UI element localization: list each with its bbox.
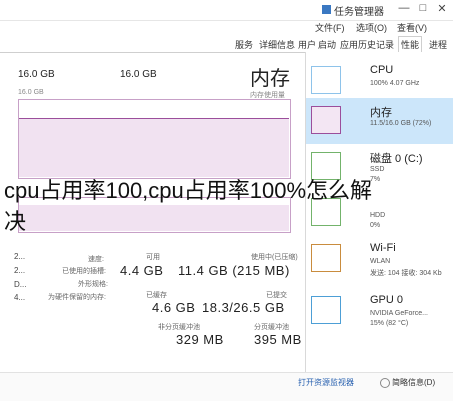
sidebar-item-detail: HDD	[370, 212, 386, 219]
sidebar-item-detail: SSD	[370, 166, 385, 173]
edge-label: 4...	[14, 293, 26, 302]
footer-bar: 打开资源监视器 简略信息(D)	[0, 372, 453, 401]
maximize-button[interactable]: □	[414, 2, 432, 14]
tab-bar: 进程 性能 应用历史记录 启动 用户 详细信息 服务	[0, 35, 453, 53]
sidebar-item-label: GPU 0	[370, 294, 404, 306]
paged-pool-label: 分页缓冲池	[254, 324, 289, 331]
edge-label: D...	[14, 280, 27, 289]
memory-composition-fill	[19, 205, 289, 231]
committed-value: 18.3/26.5 GB	[202, 300, 285, 315]
in-use-value: 11.4 GB (215 MB)	[178, 263, 290, 278]
committed-label: 已提交	[266, 292, 287, 299]
sidebar-item-label: 磁盘 0 (C:)	[370, 153, 423, 165]
hardware-reserved-label: 为硬件保留的内存:	[48, 294, 106, 301]
edge-label: 2...	[14, 266, 26, 275]
available-label: 可用	[146, 254, 160, 261]
form-factor-label: 外形规格:	[78, 281, 108, 288]
sidebar-item-wifi[interactable]: Wi-Fi WLAN 发送: 104 接收: 304 Kb	[306, 236, 453, 282]
cached-label: 已缓存	[146, 292, 167, 299]
window-title: 任务管理器	[334, 7, 384, 18]
menu-options[interactable]: 选项(O)	[356, 21, 387, 34]
memory-total-left: 16.0 GB	[18, 69, 55, 80]
nonpaged-pool-value: 329 MB	[176, 332, 224, 347]
sidebar-item-detail: NVIDIA GeForce...	[370, 310, 428, 317]
memory-usage-line	[19, 118, 289, 119]
wifi-thumbnail-graph	[311, 244, 341, 272]
tab-details[interactable]: 详细信息	[257, 37, 297, 52]
edge-label: 2...	[14, 252, 26, 261]
resource-sidebar: CPU 100% 4.07 GHz 内存 11.5/16.0 GB (72%) …	[305, 52, 453, 372]
menu-view[interactable]: 查看(V)	[397, 21, 427, 34]
sidebar-item-label: CPU	[370, 64, 394, 76]
tab-users[interactable]: 用户	[296, 37, 318, 52]
tab-services[interactable]: 服务	[233, 37, 255, 52]
slots-label: 已使用的插槽:	[62, 268, 106, 275]
menu-bar: 文件(F) 选项(O) 查看(V)	[0, 20, 453, 35]
gpu-thumbnail-graph	[311, 296, 341, 324]
sidebar-item-detail: 100% 4.07 GHz	[370, 80, 420, 87]
overlay-caption: cpu占用率100,cpu占用率100%怎么解	[4, 178, 373, 203]
minimize-button[interactable]: —	[395, 2, 413, 14]
sidebar-item-label: 内存	[370, 107, 392, 119]
cached-value: 4.6 GB	[152, 300, 196, 315]
tab-app-history[interactable]: 应用历史记录	[338, 37, 396, 52]
close-button[interactable]: ✕	[433, 2, 451, 15]
sidebar-item-usage: 发送: 104 接收: 304 Kb	[370, 270, 442, 277]
open-resource-monitor-link[interactable]: 打开资源监视器	[298, 377, 354, 388]
menu-file[interactable]: 文件(F)	[315, 21, 345, 34]
tab-startup[interactable]: 启动	[316, 37, 338, 52]
memory-usage-scale: 16.0 GB	[18, 89, 44, 96]
memory-thumbnail-graph	[311, 106, 341, 134]
sidebar-item-gpu-0[interactable]: GPU 0 NVIDIA GeForce... 15% (82 °C)	[306, 288, 453, 334]
speed-label: 速度:	[88, 256, 104, 263]
title-bar: 任务管理器 — □ ✕	[0, 0, 453, 21]
sidebar-item-detail: WLAN	[370, 258, 391, 265]
sidebar-item-usage: 15% (82 °C)	[370, 320, 409, 327]
paged-pool-value: 395 MB	[254, 332, 302, 347]
in-use-label: 使用中(已压缩)	[251, 254, 298, 261]
tab-performance[interactable]: 性能	[398, 36, 423, 53]
available-value: 4.4 GB	[120, 263, 164, 278]
cpu-thumbnail-graph	[311, 66, 341, 94]
page-title: 内存	[250, 68, 290, 90]
collapse-icon[interactable]	[380, 378, 390, 388]
sidebar-item-detail: 11.5/16.0 GB (72%)	[370, 120, 432, 127]
overlay-caption-continued: 决	[4, 209, 27, 234]
nonpaged-pool-label: 非分页缓冲池	[158, 324, 200, 331]
tab-processes[interactable]: 进程	[427, 37, 449, 52]
task-manager-icon	[322, 5, 331, 14]
sidebar-item-usage: 0%	[370, 222, 381, 229]
sidebar-item-label: Wi-Fi	[370, 242, 396, 254]
fewer-details-button[interactable]: 简略信息(D)	[392, 377, 435, 388]
memory-total-right: 16.0 GB	[120, 69, 157, 80]
sidebar-item-memory[interactable]: 内存 11.5/16.0 GB (72%)	[306, 98, 453, 144]
memory-usage-fill	[19, 118, 289, 177]
